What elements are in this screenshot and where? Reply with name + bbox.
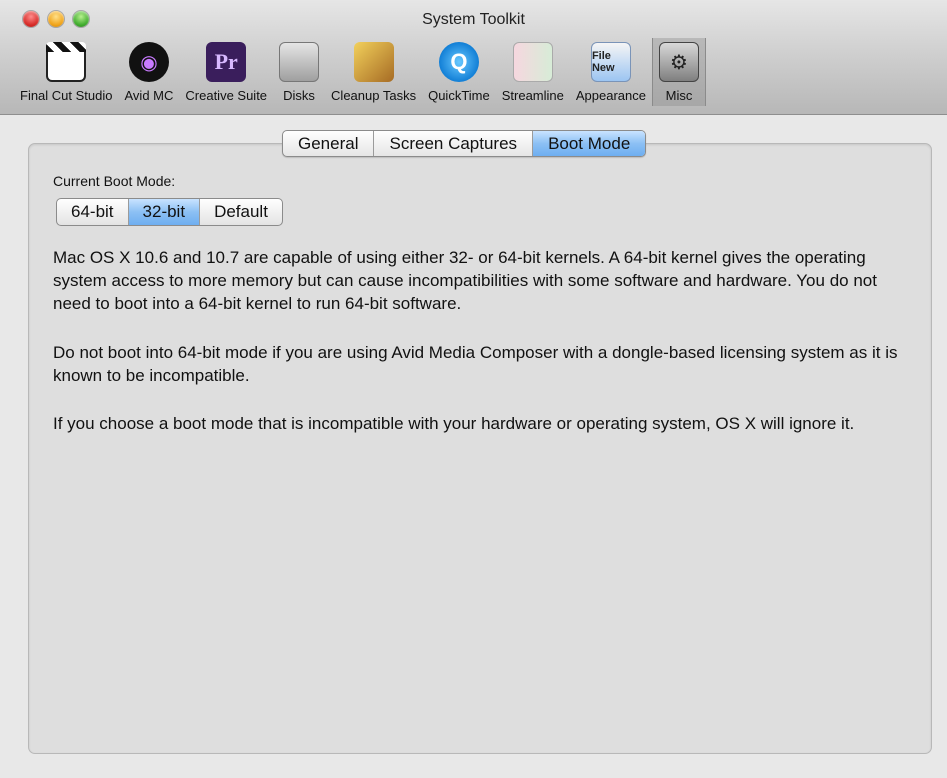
quicktime-icon: Q <box>438 42 479 82</box>
toolbar-item-final-cut-studio[interactable]: Final Cut Studio <box>14 38 119 106</box>
streamline-icon <box>512 42 553 82</box>
tab-general[interactable]: General <box>283 131 375 156</box>
tab-screen-captures[interactable]: Screen Captures <box>374 131 534 156</box>
toolbar-item-cleanup-tasks[interactable]: Cleanup Tasks <box>325 38 422 106</box>
toolbar-item-streamline[interactable]: Streamline <box>496 38 570 106</box>
toolbar-item-avid-mc[interactable]: ◉ Avid MC <box>119 38 180 106</box>
toolbar-label: Appearance <box>575 88 646 103</box>
incompatible-mode-paragraph: If you choose a boot mode that is incomp… <box>53 414 855 433</box>
toolbar-label: Misc <box>665 88 693 103</box>
hard-disk-icon <box>279 42 320 82</box>
toolbar-label: Creative Suite <box>185 88 268 103</box>
toolbar-label: Disks <box>283 88 315 103</box>
title-and-toolbar: System Toolkit Final Cut Studio ◉ Avid M… <box>0 0 947 115</box>
toolbar-label: Final Cut Studio <box>20 88 113 103</box>
toolbar-item-creative-suite[interactable]: Pr Creative Suite <box>179 38 273 106</box>
toolbar-label: Cleanup Tasks <box>331 88 417 103</box>
gear-icon: ⚙ <box>659 42 699 82</box>
boot-mode-64-bit-segment[interactable]: 64-bit <box>57 199 129 225</box>
toolbar-label: QuickTime <box>428 88 490 103</box>
clapperboard-icon <box>46 42 87 82</box>
current-boot-mode-label: Current Boot Mode: <box>53 173 176 189</box>
system-toolkit-window: System Toolkit Final Cut Studio ◉ Avid M… <box>0 0 947 778</box>
tab-content-panel <box>28 143 932 754</box>
toolbar: Final Cut Studio ◉ Avid MC Pr Creative S… <box>14 38 706 110</box>
avid-warning-paragraph: Do not boot into 64-bit mode if you are … <box>53 343 898 385</box>
toolbar-item-misc[interactable]: ⚙ Misc <box>652 38 706 106</box>
broom-icon <box>353 42 394 82</box>
boot-mode-segmented-control: 64-bit 32-bit Default <box>56 198 283 226</box>
toolbar-label: Avid MC <box>124 88 174 103</box>
tab-bar: General Screen Captures Boot Mode <box>282 130 647 157</box>
toolbar-item-appearance[interactable]: File New Appearance <box>570 38 652 106</box>
window-title: System Toolkit <box>422 11 525 28</box>
avid-icon: ◉ <box>128 42 169 82</box>
toolbar-item-quicktime[interactable]: Q QuickTime <box>422 38 496 106</box>
appearance-icon: File New <box>590 42 631 82</box>
toolbar-item-disks[interactable]: Disks <box>273 38 325 106</box>
tab-boot-mode[interactable]: Boot Mode <box>533 131 646 156</box>
kernel-info-paragraph: Mac OS X 10.6 and 10.7 are capable of us… <box>53 248 877 313</box>
boot-mode-default-segment[interactable]: Default <box>200 199 282 225</box>
toolbar-label: Streamline <box>501 88 564 103</box>
premiere-icon: Pr <box>206 42 247 82</box>
boot-mode-32-bit-segment[interactable]: 32-bit <box>128 199 201 225</box>
